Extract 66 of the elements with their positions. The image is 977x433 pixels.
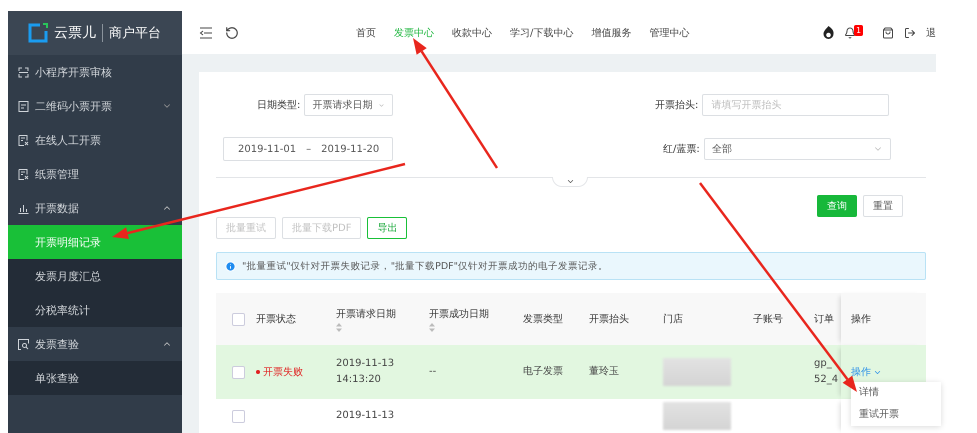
- sidebar-item[interactable]: 小程序开票审核: [8, 55, 182, 89]
- status-dot: [256, 370, 260, 374]
- nav-link[interactable]: 增值服务: [582, 26, 640, 40]
- alert-text: "批量重试"仅针对开票失败记录，"批量下载PDF"仅针对开票成功的电子发票记录。: [242, 260, 608, 272]
- column-header: 门店: [663, 312, 684, 326]
- document-icon: [18, 134, 29, 146]
- sidebar-item[interactable]: 在线人工开票: [8, 123, 182, 157]
- column-header: 开票请求日期: [336, 308, 397, 320]
- reset-button[interactable]: 重置: [863, 195, 903, 217]
- sidebar-subitem[interactable]: 发票月度汇总: [8, 259, 182, 293]
- field-label: 红/蓝票:: [663, 142, 700, 156]
- collapse-menu-icon[interactable]: [199, 26, 213, 38]
- nav-link[interactable]: 管理中心: [640, 26, 698, 40]
- table-cell-text: gp_ 52_4: [814, 357, 840, 387]
- field-label: 日期类型:: [257, 98, 300, 112]
- column-header: 发票类型: [523, 312, 564, 326]
- blurred-text-placeholder: [663, 402, 731, 430]
- menu-item[interactable]: 重试开票: [851, 404, 941, 426]
- notification-badge: 1: [854, 24, 864, 36]
- sidebar-subitem[interactable]: 分税率统计: [8, 293, 182, 327]
- nav-link[interactable]: 首页: [347, 26, 385, 40]
- invoice-color-select[interactable]: 全部: [704, 138, 891, 160]
- table-cell-text: --: [429, 365, 438, 379]
- bag-icon[interactable]: [882, 26, 894, 38]
- table-cell-text: 2019-11-13: [336, 409, 396, 423]
- table-cell-text: 董玲玉: [589, 364, 620, 379]
- flame-icon[interactable]: [823, 26, 834, 39]
- column-header: 子账号: [753, 312, 784, 326]
- column-header: 操作: [851, 313, 871, 326]
- logo-name: 云票儿: [54, 24, 96, 42]
- table-cell-text: 电子发票: [523, 364, 564, 379]
- bar-chart-icon: [18, 202, 29, 214]
- table-cell-text: 2019-11-13 14:13:20: [336, 357, 396, 387]
- nav-link[interactable]: 收款中心: [443, 26, 501, 40]
- field-label: 开票抬头:: [655, 98, 698, 112]
- nav-link[interactable]: 学习/下载中心: [501, 26, 582, 40]
- sidebar-item[interactable]: 开票数据: [8, 191, 182, 225]
- date-range-picker[interactable]: 2019-11-01 – 2019-11-20: [223, 137, 393, 161]
- search-document-icon: [18, 338, 29, 350]
- scan-icon: [18, 66, 29, 78]
- refresh-icon[interactable]: [225, 26, 239, 40]
- column-header: 开票成功日期: [429, 308, 490, 320]
- select-all-checkbox[interactable]: [232, 312, 245, 326]
- column-header: 开票抬头: [589, 312, 630, 326]
- receipt-icon: [18, 100, 29, 112]
- sidebar-item[interactable]: 发票查验: [8, 327, 182, 361]
- sidebar-item[interactable]: 纸票管理: [8, 157, 182, 191]
- menu-item[interactable]: 详情: [851, 382, 941, 404]
- status-text: 开票失败: [256, 365, 336, 379]
- sidebar-subitem[interactable]: 单张查验: [8, 361, 182, 395]
- date-type-select[interactable]: 开票请求日期: [304, 94, 394, 116]
- sidebar-item[interactable]: 二维码小票开票: [8, 89, 182, 123]
- blurred-text-placeholder: [663, 358, 731, 386]
- logo-icon: [28, 23, 48, 43]
- logout-link[interactable]: 退: [926, 26, 936, 40]
- info-icon: [225, 260, 236, 272]
- column-header: 订单: [814, 312, 835, 326]
- document-icon: [18, 168, 29, 180]
- bell-icon[interactable]: [844, 26, 856, 38]
- row-checkbox[interactable]: [232, 366, 245, 378]
- row-checkbox[interactable]: [232, 410, 245, 422]
- logo-subtitle: 商户平台: [102, 24, 161, 42]
- chevron-icon: [566, 177, 574, 186]
- title-input[interactable]: 请填写开票抬头: [702, 94, 890, 116]
- column-header: 开票状态: [256, 312, 297, 326]
- logout-icon[interactable]: [904, 26, 916, 38]
